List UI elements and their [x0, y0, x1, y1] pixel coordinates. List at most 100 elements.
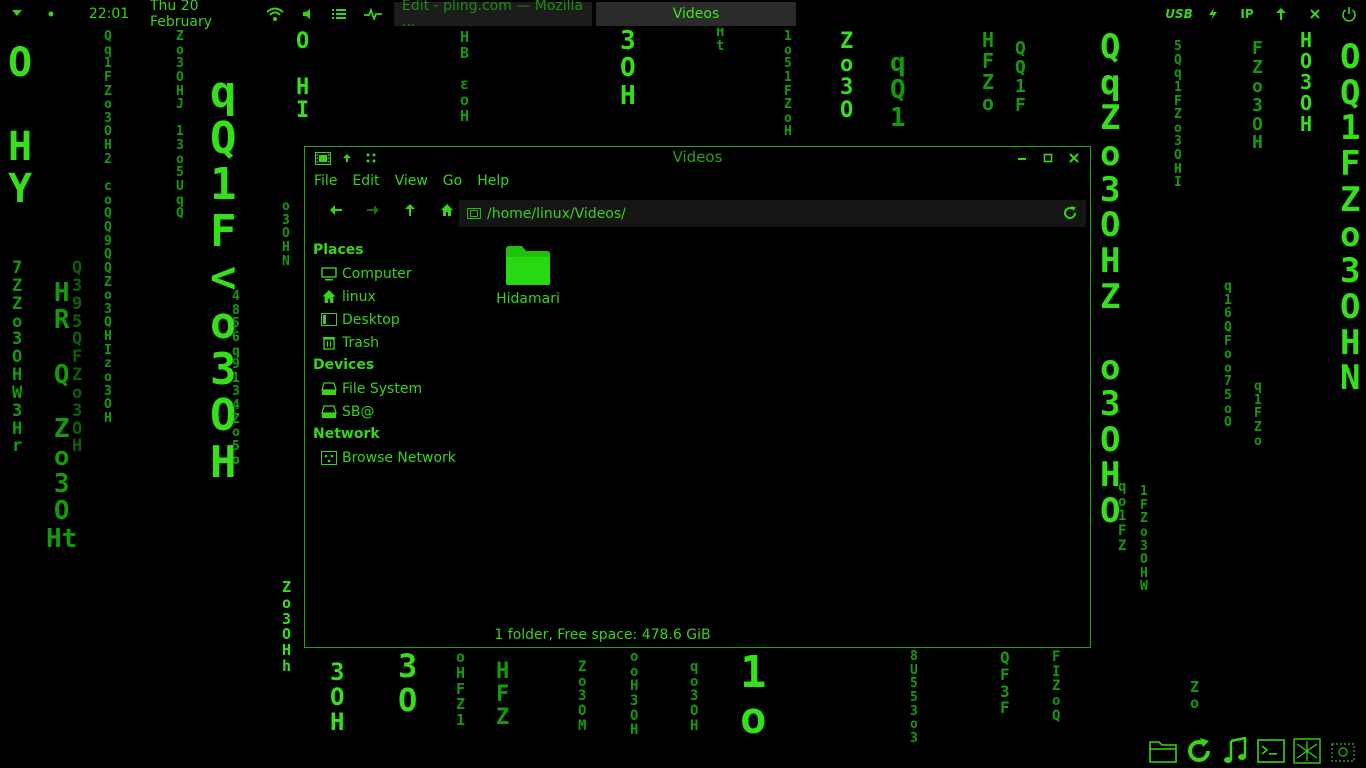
wallpaper-glyphs: o H F Z 1 — [456, 648, 466, 729]
status-text: 1 folder, Free space: 478.6 GiB — [494, 627, 711, 643]
top-panel: 22:01 Thu 20 February Edit - pling.com —… — [0, 0, 1366, 30]
wallpaper-glyphs: O H Y — [8, 40, 33, 212]
sidebar-item-label: linux — [342, 288, 376, 305]
wallpaper-glyphs: F I Z o Q — [1052, 649, 1061, 724]
arrow-up-icon[interactable] — [1264, 0, 1298, 28]
usb-indicator[interactable]: USB — [1162, 0, 1196, 28]
menu-go[interactable]: Go — [443, 173, 462, 189]
wallpaper-glyphs: Z o 3 O H J 1 3 o 5 U q Q — [176, 29, 184, 222]
wallpaper-glyphs: 3 O H — [330, 658, 345, 737]
update-icon[interactable] — [1184, 736, 1214, 766]
network-manager-icon[interactable] — [1292, 736, 1322, 766]
wallpaper-glyphs: Z o 3 O — [840, 29, 854, 124]
music-icon[interactable] — [1220, 736, 1250, 766]
wallpaper-glyphs: Z o 3 O H h — [282, 578, 292, 675]
clock-time[interactable]: 22:01 — [68, 0, 150, 28]
sidebar-item-file-system[interactable]: File System — [313, 377, 463, 400]
drive-icon — [321, 381, 337, 397]
computer-icon — [321, 266, 337, 282]
screenshot-icon[interactable] — [1328, 736, 1358, 766]
menu-help[interactable]: Help — [477, 173, 509, 189]
back-icon[interactable] — [317, 196, 354, 224]
maximize-icon[interactable] — [1040, 150, 1056, 166]
power-bolt-icon[interactable] — [1196, 0, 1230, 28]
wallpaper-glyphs: Q Q 1 F — [1015, 38, 1026, 116]
close-icon[interactable] — [1298, 0, 1332, 28]
file-view[interactable]: Hidamari — [475, 239, 1086, 621]
wallpaper-glyphs: 3 O — [398, 647, 418, 719]
menu-arrow-icon[interactable] — [0, 0, 34, 28]
wallpaper-glyphs: 5 Q q 1 F Z o 3 O H I — [1174, 39, 1182, 191]
wallpaper-glyphs: Z o — [1190, 678, 1200, 712]
sidebar: Places Computer linux Desktop Trash Devi… — [313, 239, 463, 469]
taskbar-button-firefox[interactable]: Edit - pling.com — Mozilla ... — [394, 0, 592, 30]
wallpaper-glyphs: 8 U 5 5 3 o 3 — [910, 649, 918, 746]
power-icon[interactable] — [1332, 0, 1366, 28]
taskbar-button-videos[interactable]: Videos — [596, 2, 796, 26]
reload-icon[interactable] — [1062, 205, 1078, 225]
wallpaper-glyphs: 7 Z Z o 3 O H W 3 H r — [12, 258, 23, 457]
wallpaper-glyphs: q Q 1 — [890, 48, 906, 133]
drive-icon — [321, 404, 337, 420]
wallpaper-glyphs: o 3 O H N — [282, 199, 290, 269]
sidebar-item-computer[interactable]: Computer — [313, 262, 463, 285]
volume-icon[interactable] — [294, 0, 322, 28]
wallpaper-glyphs: q o 3 O H — [690, 659, 699, 734]
menu-file[interactable]: File — [314, 173, 337, 189]
network-icon — [321, 450, 337, 466]
sidebar-heading-network: Network — [313, 426, 380, 442]
file-manager-window: Videos File Edit View Go Help /home/linu… — [304, 146, 1091, 648]
parent-folder-icon[interactable] — [391, 196, 428, 224]
files-icon[interactable] — [1148, 736, 1178, 766]
location-bar[interactable]: /home/linux/Videos/ — [459, 200, 1086, 227]
system-tray: USB IP — [1162, 0, 1366, 28]
trash-icon — [321, 335, 337, 351]
sidebar-item-browse-network[interactable]: Browse Network — [313, 446, 463, 469]
ip-indicator[interactable]: IP — [1230, 0, 1264, 28]
task-list-icon[interactable] — [322, 0, 356, 28]
sidebar-heading-places: Places — [313, 242, 364, 258]
location-path[interactable]: /home/linux/Videos/ — [487, 206, 626, 222]
wallpaper-glyphs: H F Z — [496, 659, 510, 731]
folder-icon — [485, 243, 571, 291]
wallpaper-glyphs: 1 o 5 1 F Z o H — [784, 29, 792, 140]
status-bar: 1 folder, Free space: 478.6 GiB — [305, 627, 1090, 643]
sidebar-heading-devices: Devices — [313, 357, 375, 373]
sidebar-item-label: Trash — [342, 334, 379, 351]
minimize-icon[interactable] — [1014, 150, 1030, 166]
wallpaper-glyphs: o o H 3 O H — [630, 649, 639, 739]
wallpaper-glyphs: Q F 3 F — [1000, 648, 1010, 718]
wallpaper-glyphs: 1 o — [740, 647, 767, 745]
system-monitor-icon[interactable] — [356, 0, 390, 28]
sidebar-item-linux[interactable]: linux — [313, 285, 463, 308]
window-titlebar[interactable]: Videos — [305, 147, 1090, 169]
close-window-icon[interactable] — [1066, 150, 1082, 166]
wallpaper-glyphs: q 1 6 Q F o o 7 5 o O — [1224, 279, 1232, 431]
wallpaper-glyphs: H O 3 O H — [1300, 28, 1313, 136]
sidebar-item-trash[interactable]: Trash — [313, 331, 463, 354]
home-folder-icon — [321, 289, 337, 305]
clock-date[interactable]: Thu 20 February — [150, 0, 256, 30]
forward-icon[interactable] — [354, 196, 391, 224]
window-title: Videos — [672, 148, 723, 166]
wallpaper-glyphs: 4 8 5 6 q 9 1 3 4 Z o 5 o — [232, 289, 240, 468]
wallpaper-glyphs: q 1 F Z o — [1254, 379, 1262, 449]
keep-above-icon[interactable] — [339, 150, 355, 166]
wallpaper-glyphs: Q q 1 F Z o 3 O H 2 c o Q Q 9 Q Q Z o 3 … — [104, 29, 112, 426]
sidebar-item-sb[interactable]: SB@ — [313, 400, 463, 423]
sidebar-item-label: Browse Network — [342, 449, 456, 466]
all-desktops-icon[interactable] — [363, 150, 379, 166]
terminal-icon[interactable] — [1256, 736, 1286, 766]
folder-item[interactable]: Hidamari — [485, 243, 571, 307]
film-location-icon — [467, 208, 481, 219]
wallpaper-glyphs: 1 F Z o 3 O H W — [1140, 484, 1148, 595]
sidebar-item-desktop[interactable]: Desktop — [313, 308, 463, 331]
wallpaper-glyphs: F Z o 3 O H — [1252, 38, 1263, 154]
wifi-icon[interactable] — [256, 0, 294, 28]
dock — [1148, 736, 1358, 766]
film-icon[interactable] — [315, 150, 331, 166]
menu-view[interactable]: View — [395, 173, 428, 189]
dot-icon[interactable] — [34, 0, 68, 28]
desktop-icon — [321, 312, 337, 328]
menu-edit[interactable]: Edit — [352, 173, 379, 189]
